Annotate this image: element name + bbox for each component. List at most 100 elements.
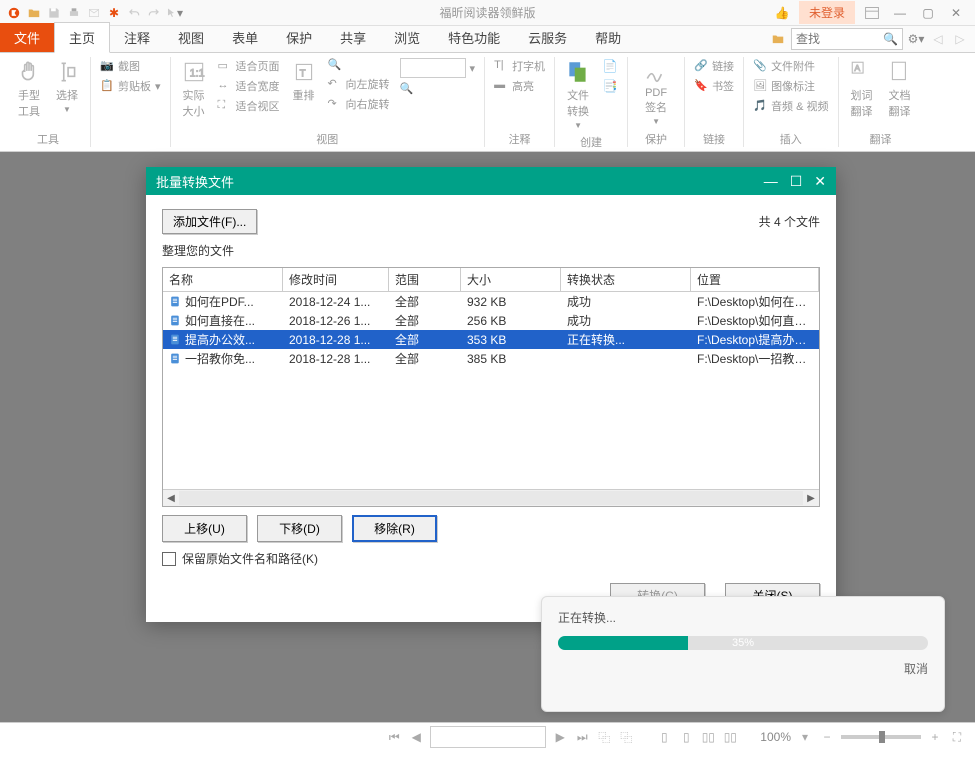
reflow-button[interactable]: T重排 <box>289 57 319 105</box>
save-icon[interactable] <box>45 4 63 22</box>
search-icon[interactable]: 🔍 <box>880 32 901 46</box>
nav-next-icon[interactable]: ▷ <box>951 30 969 48</box>
close-icon[interactable]: ✕ <box>945 4 967 22</box>
tab-protect[interactable]: 保护 <box>272 23 326 52</box>
new-icon[interactable]: ✱ <box>105 4 123 22</box>
facing-icon[interactable]: ▯▯ <box>700 729 716 745</box>
continuous-facing-icon[interactable]: ▯▯ <box>722 729 738 745</box>
ribbon-toggle-icon[interactable] <box>861 4 883 22</box>
fullscreen-icon[interactable]: ⛶ <box>949 729 965 745</box>
last-page-icon[interactable]: ⏭ <box>574 729 590 745</box>
typewriter-button[interactable]: T|打字机 <box>493 57 546 75</box>
checkbox-icon[interactable] <box>162 552 176 566</box>
search-input[interactable] <box>792 32 880 46</box>
tab-browse[interactable]: 浏览 <box>380 23 434 52</box>
doc-translate-button[interactable]: 文档 翻译 <box>885 57 915 121</box>
redo-icon[interactable] <box>145 4 163 22</box>
link-button[interactable]: 🔗链接 <box>693 57 735 75</box>
fit-width-button[interactable]: ↔适合宽度 <box>217 77 281 95</box>
col-range[interactable]: 范围 <box>389 268 461 291</box>
tab-view[interactable]: 视图 <box>164 23 218 52</box>
nav-prev-icon[interactable]: ◁ <box>929 30 947 48</box>
add-file-button[interactable]: 添加文件(F)... <box>162 209 257 234</box>
continuous-icon[interactable]: ▯ <box>678 729 694 745</box>
highlight-button[interactable]: ▬高亮 <box>493 77 546 95</box>
zoom-out-icon[interactable]: − <box>819 729 835 745</box>
email-icon[interactable] <box>85 4 103 22</box>
create-opt2-icon[interactable]: 📑 <box>601 77 619 95</box>
thumbs-up-icon[interactable]: 👍 <box>771 4 793 22</box>
table-row[interactable]: 一招教你免...2018-12-28 1...全部385 KBF:\Deskto… <box>163 349 819 368</box>
col-status[interactable]: 转换状态 <box>561 268 691 291</box>
tab-comment[interactable]: 注释 <box>110 23 164 52</box>
tab-form[interactable]: 表单 <box>218 23 272 52</box>
pdf-sign-button[interactable]: PDF 签名▼ <box>641 57 671 128</box>
dialog-maximize-icon[interactable]: ☐ <box>790 173 803 190</box>
view-mode2-icon[interactable]: ⿻ <box>618 729 634 745</box>
image-annot-button[interactable]: 🖼图像标注 <box>752 77 829 95</box>
attachment-button[interactable]: 📎文件附件 <box>752 57 829 75</box>
open-icon[interactable] <box>25 4 43 22</box>
file-convert-button[interactable]: 文件 转换▼ <box>563 57 593 132</box>
minimize-icon[interactable]: — <box>889 4 911 22</box>
zoom-in-icon[interactable]: + <box>927 729 943 745</box>
login-button[interactable]: 未登录 <box>799 1 855 24</box>
folder-search-icon[interactable] <box>769 30 787 48</box>
actual-size-button[interactable]: 1:1实际 大小 <box>179 57 209 121</box>
remove-button[interactable]: 移除(R) <box>352 515 437 542</box>
col-size[interactable]: 大小 <box>461 268 561 291</box>
table-body[interactable]: 如何在PDF...2018-12-24 1...全部932 KB成功F:\Des… <box>163 292 819 489</box>
cancel-link[interactable]: 取消 <box>904 662 928 676</box>
scroll-right-icon[interactable]: ▶ <box>803 493 819 504</box>
tab-help[interactable]: 帮助 <box>581 23 635 52</box>
zoom-dropdown-icon[interactable]: ▾ <box>797 729 813 745</box>
tab-cloud[interactable]: 云服务 <box>514 23 581 52</box>
tab-share[interactable]: 共享 <box>326 23 380 52</box>
dialog-minimize-icon[interactable]: — <box>764 173 778 190</box>
table-row[interactable]: 如何直接在...2018-12-26 1...全部256 KB成功F:\Desk… <box>163 311 819 330</box>
zoom-combo[interactable]: ▾ <box>399 57 477 79</box>
table-row[interactable]: 提高办公效...2018-12-28 1...全部353 KB正在转换...F:… <box>163 330 819 349</box>
cursor-dropdown-icon[interactable]: ▾ <box>165 4 183 22</box>
media-button[interactable]: 🎵音频 & 视频 <box>752 97 829 115</box>
search-box[interactable]: 🔍 <box>791 28 903 50</box>
word-translate-button[interactable]: A划词 翻译 <box>847 57 877 121</box>
single-page-icon[interactable]: ▯ <box>656 729 672 745</box>
zoom-out-button[interactable]: 🔍 <box>327 57 391 73</box>
keep-name-checkbox[interactable]: 保留原始文件名和路径(K) <box>162 550 820 567</box>
zoom-in-button[interactable]: 🔍 <box>399 81 477 97</box>
print-icon[interactable] <box>65 4 83 22</box>
view-mode1-icon[interactable]: ⿻ <box>596 729 612 745</box>
bookmark-button[interactable]: 🔖书签 <box>693 77 735 95</box>
prev-page-icon[interactable]: ◀ <box>408 729 424 745</box>
page-number-input[interactable] <box>430 726 546 748</box>
move-down-button[interactable]: 下移(D) <box>257 515 342 542</box>
first-page-icon[interactable]: ⏮ <box>386 729 402 745</box>
hand-tool-button[interactable]: 手型 工具 <box>14 57 44 121</box>
fit-visible-button[interactable]: ⛶适合视区 <box>217 97 281 115</box>
zoom-slider[interactable] <box>841 735 921 739</box>
select-tool-button[interactable]: 选择▼ <box>52 57 82 116</box>
rotate-left-button[interactable]: ↶向左旋转 <box>327 75 391 93</box>
table-row[interactable]: 如何在PDF...2018-12-24 1...全部932 KB成功F:\Des… <box>163 292 819 311</box>
maximize-icon[interactable]: ▢ <box>917 4 939 22</box>
settings-icon[interactable]: ⚙▾ <box>907 30 925 48</box>
dialog-close-icon[interactable]: ✕ <box>814 173 826 190</box>
rotate-right-button[interactable]: ↷向右旋转 <box>327 95 391 113</box>
snapshot-button[interactable]: 📷截图 <box>99 57 162 75</box>
col-location[interactable]: 位置 <box>691 268 819 291</box>
create-opt1-icon[interactable]: 📄 <box>601 57 619 75</box>
tab-special[interactable]: 特色功能 <box>434 23 514 52</box>
horizontal-scrollbar[interactable]: ◀ ▶ <box>163 489 819 506</box>
tab-file[interactable]: 文件 <box>0 23 54 52</box>
scroll-left-icon[interactable]: ◀ <box>163 493 179 504</box>
dialog-titlebar[interactable]: 批量转换文件 — ☐ ✕ <box>146 167 836 195</box>
clipboard-button[interactable]: 📋剪贴板▾ <box>99 77 162 95</box>
col-time[interactable]: 修改时间 <box>283 268 389 291</box>
fit-page-button[interactable]: ▭适合页面 <box>217 57 281 75</box>
col-name[interactable]: 名称 <box>163 268 283 291</box>
tab-home[interactable]: 主页 <box>54 22 110 53</box>
undo-icon[interactable] <box>125 4 143 22</box>
next-page-icon[interactable]: ▶ <box>552 729 568 745</box>
move-up-button[interactable]: 上移(U) <box>162 515 247 542</box>
